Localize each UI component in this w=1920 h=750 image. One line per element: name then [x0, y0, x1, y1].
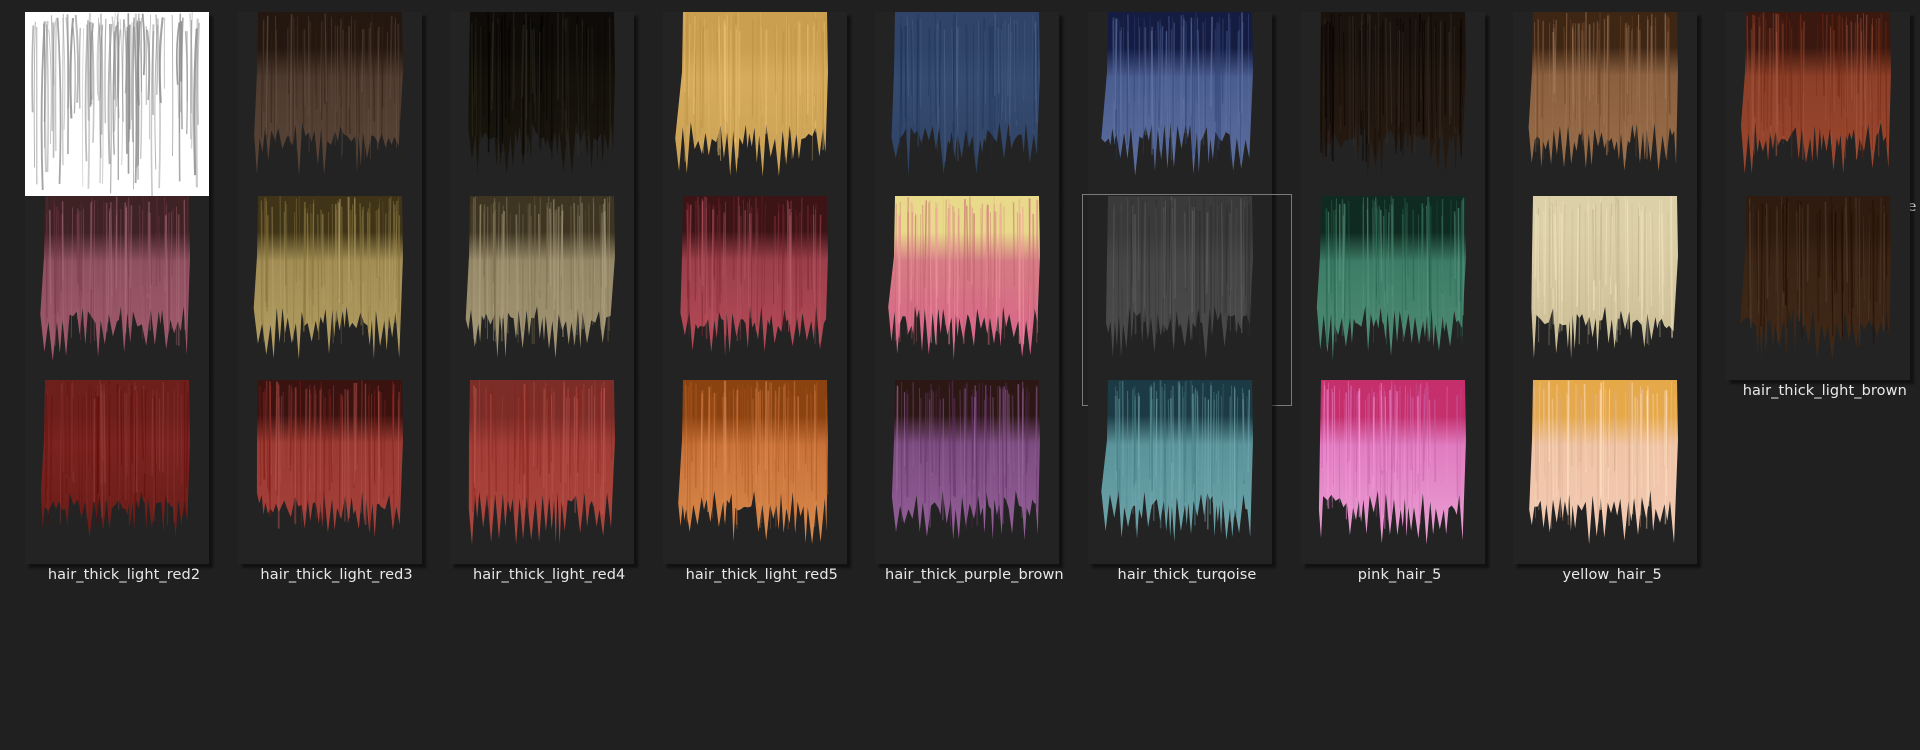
file-name-label: hair_thick_light_red3	[260, 567, 413, 583]
hair-texture-image	[465, 196, 616, 359]
file-item[interactable]: hair_thick_blue_light	[1082, 10, 1292, 222]
file-thumbnail[interactable]	[450, 196, 635, 380]
hair-texture-image	[1318, 380, 1466, 545]
file-item[interactable]: hair_thick_brown	[1295, 10, 1505, 222]
file-thumbnail[interactable]	[237, 196, 422, 380]
hair-texture-image	[674, 12, 828, 177]
file-item[interactable]: hair_thick_light_red5	[657, 378, 867, 590]
hair-texture-image	[1319, 12, 1466, 177]
hair-texture-image	[1529, 380, 1679, 545]
hair-texture-image	[253, 196, 403, 360]
file-item[interactable]: hair_thick__light_brown	[232, 10, 442, 222]
file-thumbnail[interactable]	[1513, 196, 1698, 380]
hair-texture-image	[1316, 196, 1466, 361]
file-thumbnail[interactable]	[1088, 380, 1272, 564]
file-thumbnail[interactable]	[450, 380, 635, 564]
file-name-label: hair_thick_light_brown	[1742, 383, 1907, 399]
hair-texture-image	[1531, 196, 1679, 360]
file-item[interactable]: hair_thick_dark_blond2	[444, 194, 654, 406]
file-item[interactable]: hair_thick_light_brown	[1720, 194, 1920, 406]
hair-texture-image	[1740, 12, 1891, 174]
file-thumbnail[interactable]	[1725, 12, 1910, 196]
file-item[interactable]: yellow_hair_5	[1507, 378, 1717, 590]
hair-texture-image	[468, 12, 616, 175]
file-thumbnail[interactable]	[1300, 196, 1485, 380]
file-item[interactable]: hair_thick_dyed_pink	[869, 194, 1079, 406]
file-thumbnail[interactable]	[875, 12, 1060, 196]
file-thumbnail[interactable]	[875, 380, 1060, 564]
file-item[interactable]: hair_thick_light_red2	[19, 378, 229, 590]
file-item[interactable]: hair_thick_green	[1295, 194, 1505, 406]
hair-texture-image	[677, 380, 829, 544]
hair-texture-image	[1106, 196, 1253, 359]
hair-texture-image	[680, 196, 828, 357]
file-thumbnail[interactable]	[1088, 12, 1272, 196]
file-thumbnail[interactable]	[875, 196, 1060, 380]
file-item[interactable]: hair_thick_black	[444, 10, 654, 222]
file-item[interactable]: hair_thick_brown_blond	[1507, 10, 1717, 222]
hair-texture-image	[891, 12, 1041, 177]
file-thumbnail[interactable]	[1725, 196, 1910, 380]
file-thumbnail[interactable]	[662, 12, 847, 196]
hair-texture-image	[253, 12, 403, 176]
hair-texture-image	[1101, 380, 1253, 542]
hair-texture-image	[1101, 12, 1253, 176]
file-thumbnail[interactable]	[25, 380, 209, 564]
file-item[interactable]: hair_thick_dark_blond	[232, 194, 442, 406]
file-thumbnail[interactable]	[25, 196, 209, 380]
hair-texture-image	[888, 196, 1041, 361]
hair-texture-image	[1739, 196, 1891, 360]
hair-texture-image	[256, 380, 403, 538]
file-grid: hair_roughnesshair_thick__light_brownhai…	[24, 10, 1920, 750]
file-thumbnail[interactable]	[237, 380, 422, 564]
file-item[interactable]: hair_thick_blue	[869, 10, 1079, 222]
file-item[interactable]: hair_thick_light_red3	[232, 378, 442, 590]
file-item[interactable]: hair_thick_grayk	[1082, 194, 1292, 406]
file-name-label: hair_thick_light_red2	[47, 567, 201, 583]
file-thumbnail[interactable]	[1300, 380, 1485, 564]
file-item[interactable]: hair_thick_brown_orange	[1720, 10, 1920, 222]
file-thumbnail[interactable]	[662, 196, 847, 380]
file-thumbnail[interactable]	[1513, 12, 1698, 196]
file-name-label: hair_thick_turqoise	[1117, 567, 1257, 583]
file-name-label: hair_thick_light_red5	[685, 567, 838, 583]
file-item[interactable]: hair_roughness	[19, 10, 229, 222]
hair-texture-image	[892, 380, 1041, 541]
file-thumbnail[interactable]	[662, 380, 847, 564]
hair-texture-image	[468, 380, 616, 545]
file-name-label: hair_thick_light_red4	[473, 567, 626, 583]
file-item[interactable]: pink_hair_5	[1295, 378, 1505, 590]
hair-texture-image	[40, 380, 191, 538]
file-thumbnail[interactable]	[1513, 380, 1698, 564]
file-thumbnail[interactable]	[25, 12, 209, 196]
file-name-label: yellow_hair_5	[1562, 567, 1662, 583]
file-item[interactable]: hair_thick_dark_pink	[657, 194, 867, 406]
file-item[interactable]: hair_thick_light_blond	[1507, 194, 1717, 406]
file-thumbnail[interactable]	[1300, 12, 1485, 196]
file-item[interactable]: hair_thick_purple_brown	[869, 378, 1079, 590]
file-thumbnail[interactable]	[450, 12, 635, 196]
file-name-label: pink_hair_5	[1357, 567, 1442, 583]
file-thumbnail[interactable]	[1088, 196, 1272, 380]
file-name-label: hair_thick_purple_brown	[885, 567, 1064, 583]
hair-texture-image	[40, 196, 190, 361]
roughness-texture-image	[25, 12, 209, 196]
file-item[interactable]: hair_thick_turqoise	[1082, 378, 1292, 590]
hair-texture-image	[1528, 12, 1679, 172]
file-item[interactable]: hair_thick_light_red4	[444, 378, 654, 590]
file-thumbnail[interactable]	[237, 12, 422, 196]
file-item[interactable]: hair_thick_brown_pink	[19, 194, 229, 406]
file-item[interactable]: hair_thick_blond	[657, 10, 867, 222]
